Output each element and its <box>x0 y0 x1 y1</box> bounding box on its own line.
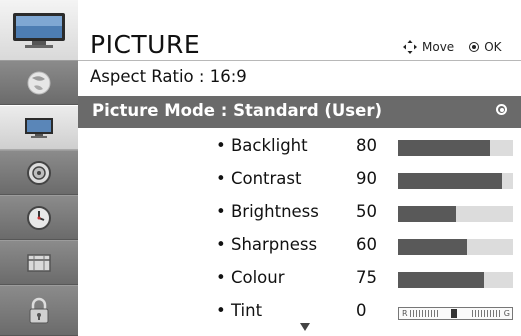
tint-red-label: R <box>402 309 408 318</box>
header: PICTURE Move OK <box>78 0 521 61</box>
sidebar-item-lock[interactable] <box>0 285 78 336</box>
setting-value: 80 <box>356 136 377 155</box>
tint-ticks-right <box>472 310 502 317</box>
backlight-slider[interactable] <box>398 140 513 156</box>
tv-menu-screen: PICTURE Move OK Aspect Ratio : 16:9 Pict… <box>0 0 521 336</box>
setting-value: 75 <box>356 268 377 287</box>
sidebar-item-setup[interactable] <box>0 60 78 105</box>
aspect-ratio-value: : 16:9 <box>198 67 247 86</box>
sidebar-item-time[interactable] <box>0 195 78 240</box>
radio-selected-icon <box>496 104 507 115</box>
slider-fill <box>398 239 467 255</box>
setting-value: 90 <box>356 169 377 188</box>
scroll-down-arrow-icon[interactable] <box>300 323 310 331</box>
sharpness-slider[interactable] <box>398 239 513 255</box>
contrast-slider[interactable] <box>398 173 513 189</box>
picture-mode-label: Picture Mode : Standard (User) <box>92 101 382 120</box>
clock-icon <box>27 205 51 230</box>
slider-fill <box>398 206 456 222</box>
move-hint-label: Move <box>422 40 455 54</box>
setting-row-backlight[interactable]: • Backlight 80 <box>78 131 521 164</box>
tint-slider[interactable]: R G <box>398 307 513 320</box>
sidebar-item-picture-header[interactable] <box>0 0 78 60</box>
brightness-slider[interactable] <box>398 206 513 222</box>
setting-value: 60 <box>356 235 377 254</box>
sidebar-item-audio[interactable] <box>0 150 78 195</box>
page-title: PICTURE <box>90 30 201 59</box>
option-icon <box>27 253 51 272</box>
setting-value: 0 <box>356 301 367 320</box>
setting-label: • Colour <box>216 268 285 287</box>
setting-label: • Contrast <box>216 169 302 188</box>
speaker-icon <box>27 160 51 185</box>
aspect-ratio-label: Aspect Ratio <box>90 67 194 86</box>
tint-green-label: G <box>503 309 510 318</box>
picture-icon <box>13 13 65 48</box>
setting-label: • Sharpness <box>216 235 318 254</box>
setting-row-brightness[interactable]: • Brightness 50 <box>78 197 521 230</box>
setting-label: • Tint <box>216 301 263 320</box>
slider-fill <box>398 140 490 156</box>
ok-hint-label: OK <box>484 40 502 54</box>
setting-row-sharpness[interactable]: • Sharpness 60 <box>78 230 521 263</box>
sidebar <box>0 0 78 336</box>
slider-fill <box>398 173 502 189</box>
sidebar-item-picture[interactable] <box>0 105 78 150</box>
picture-mode-row[interactable]: Picture Mode : Standard (User) <box>78 96 521 128</box>
setting-value: 50 <box>356 202 377 221</box>
picture-icon <box>25 117 53 138</box>
slider-fill <box>398 272 485 288</box>
setting-row-contrast[interactable]: • Contrast 90 <box>78 164 521 197</box>
sphere-icon <box>27 71 51 94</box>
colour-slider[interactable] <box>398 272 513 288</box>
move-arrows-icon <box>403 40 417 54</box>
navigation-hints: Move OK <box>403 40 502 54</box>
setting-row-colour[interactable]: • Colour 75 <box>78 263 521 296</box>
sidebar-item-option[interactable] <box>0 240 78 285</box>
aspect-ratio-row[interactable]: Aspect Ratio : 16:9 <box>78 62 521 94</box>
tint-ticks-left <box>410 310 440 317</box>
tint-marker[interactable] <box>451 309 457 318</box>
setting-label: • Backlight <box>216 136 308 155</box>
ok-button-icon <box>469 42 480 52</box>
setting-label: • Brightness <box>216 202 319 221</box>
lock-icon <box>29 297 49 323</box>
